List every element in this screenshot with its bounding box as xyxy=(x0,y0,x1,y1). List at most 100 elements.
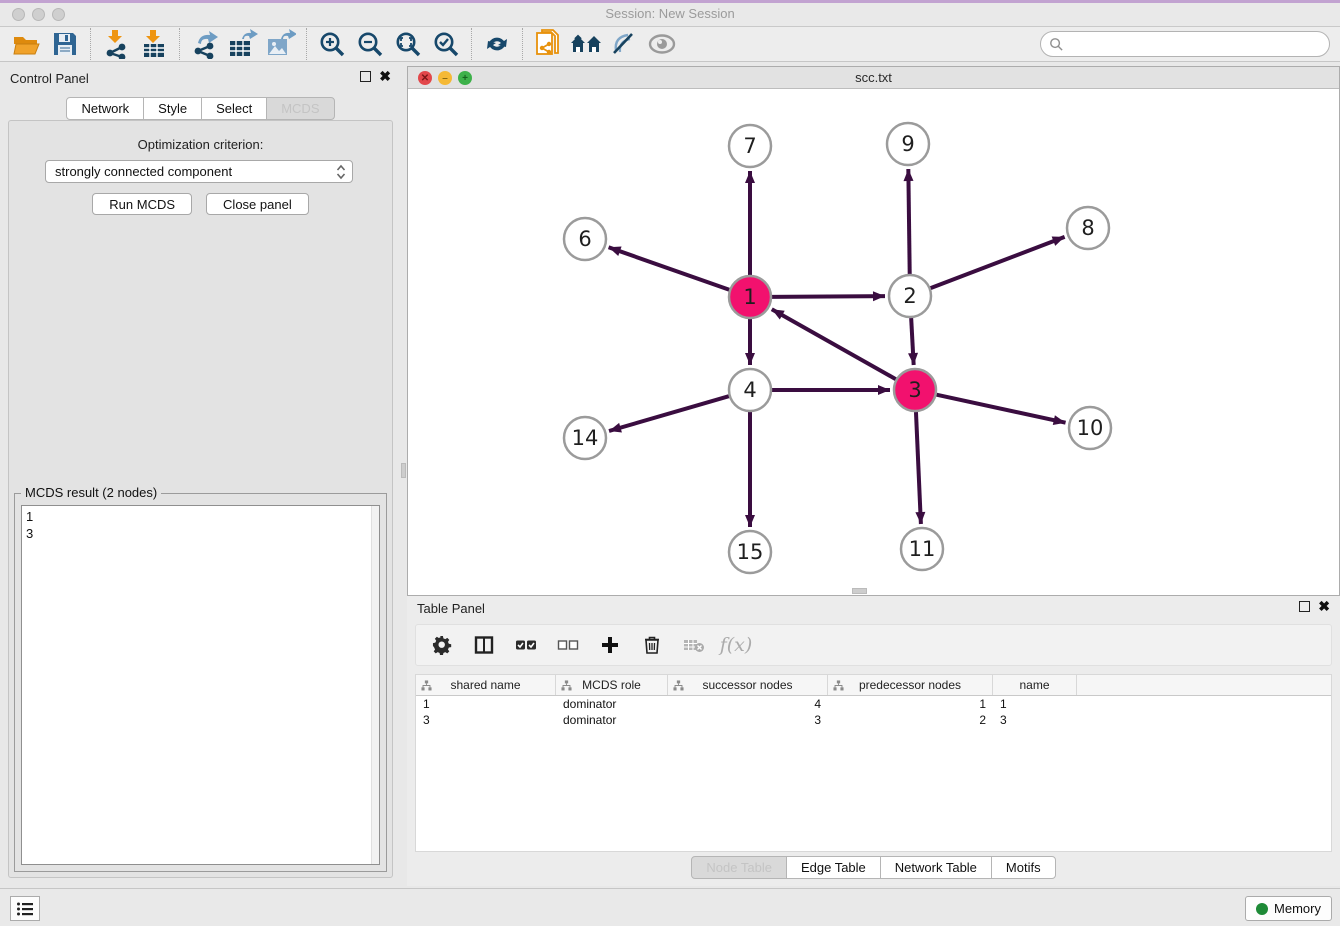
checkboxes-unchecked-icon[interactable] xyxy=(556,633,580,657)
close-panel-icon[interactable]: ✖ xyxy=(379,71,391,82)
columns-icon[interactable] xyxy=(472,633,496,657)
tab-motifs[interactable]: Motifs xyxy=(991,856,1056,879)
graph-edge-1-6[interactable] xyxy=(609,247,730,289)
graph-node-label-3: 3 xyxy=(908,378,921,402)
graph-edge-4-14[interactable] xyxy=(609,396,729,431)
table-row[interactable]: 3dominator323 xyxy=(416,712,1331,728)
close-table-panel-icon[interactable]: ✖ xyxy=(1318,601,1330,612)
zoom-out-icon[interactable] xyxy=(351,27,389,61)
save-session-icon[interactable] xyxy=(46,27,84,61)
mcds-result-scrollbar[interactable] xyxy=(371,506,379,864)
tab-style[interactable]: Style xyxy=(143,97,202,120)
table-panel-header: Table Panel ✖ xyxy=(407,596,1340,622)
memory-button[interactable]: Memory xyxy=(1245,896,1332,921)
column-header-shared-name[interactable]: shared name xyxy=(416,675,556,695)
show-graphics-icon[interactable] xyxy=(643,27,681,61)
new-network-file-icon[interactable] xyxy=(529,27,567,61)
criterion-dropdown[interactable]: strongly connected component xyxy=(45,160,353,183)
zoom-in-icon[interactable] xyxy=(313,27,351,61)
tab-network-table[interactable]: Network Table xyxy=(880,856,992,879)
control-panel-title: Control Panel xyxy=(10,71,89,86)
table-header-row: shared name MCDS role successor nodes prede… xyxy=(416,675,1331,696)
export-image-icon[interactable] xyxy=(262,27,300,61)
main-titlebar: Session: New Session xyxy=(0,0,1340,27)
graph-node-label-14: 14 xyxy=(572,426,599,450)
memory-status-icon xyxy=(1256,903,1268,915)
column-header-name[interactable]: name xyxy=(993,675,1077,695)
graph-edge-3-11[interactable] xyxy=(916,412,921,524)
graph-edge-3-1[interactable] xyxy=(772,309,896,379)
home-icon[interactable] xyxy=(567,27,605,61)
tab-select[interactable]: Select xyxy=(201,97,267,120)
column-header-predecessor-nodes[interactable]: predecessor nodes xyxy=(828,675,993,695)
column-header-label: predecessor nodes xyxy=(859,678,961,692)
session-title: Session: New Session xyxy=(0,6,1340,21)
mcds-result-line: 1 xyxy=(26,508,375,525)
graph-edge-2-8[interactable] xyxy=(931,237,1065,288)
run-mcds-button[interactable]: Run MCDS xyxy=(92,193,192,215)
gear-icon[interactable] xyxy=(430,633,454,657)
table-cell-successor-nodes: 4 xyxy=(668,696,828,712)
mcds-tab-content: Optimization criterion: strongly connect… xyxy=(8,120,393,878)
import-table-icon[interactable] xyxy=(135,27,173,61)
status-bar: Memory xyxy=(0,888,1340,926)
apply-layout-icon[interactable] xyxy=(478,27,516,61)
close-panel-button[interactable]: Close panel xyxy=(206,193,309,215)
tab-network[interactable]: Network xyxy=(66,97,144,120)
network-view-window: ✕ – + scc.txt 7968124314101511 xyxy=(407,66,1340,596)
network-window-titlebar[interactable]: ✕ – + scc.txt xyxy=(408,67,1339,89)
column-header-label: MCDS role xyxy=(582,678,641,692)
delete-table-icon[interactable] xyxy=(682,633,706,657)
table-cell-predecessor-nodes: 2 xyxy=(828,712,993,728)
column-header-mcds-role[interactable]: MCDS role xyxy=(556,675,668,695)
toolbar-separator xyxy=(522,28,523,60)
toolbar-separator xyxy=(90,28,91,60)
mcds-result-area[interactable]: 13 xyxy=(21,505,380,865)
open-session-icon[interactable] xyxy=(8,27,46,61)
graph-node-label-7: 7 xyxy=(743,134,756,158)
checkboxes-checked-icon[interactable] xyxy=(514,633,538,657)
horizontal-splitter-grip[interactable] xyxy=(852,588,867,594)
search-icon xyxy=(1049,37,1064,52)
vertical-splitter-grip[interactable] xyxy=(401,463,406,478)
table-cell-mcds-role: dominator xyxy=(556,696,668,712)
table-row[interactable]: 1dominator411 xyxy=(416,696,1331,712)
task-history-button[interactable] xyxy=(10,896,40,921)
import-network-icon[interactable] xyxy=(97,27,135,61)
graph-edge-2-9[interactable] xyxy=(908,169,909,274)
table-panel: Table Panel ✖ xyxy=(407,596,1340,886)
mcds-result-group: MCDS result (2 nodes) 13 xyxy=(14,493,387,872)
zoom-fit-icon[interactable] xyxy=(389,27,427,61)
export-table-icon[interactable] xyxy=(224,27,262,61)
column-header-label: shared name xyxy=(450,678,520,692)
toolbar-separator xyxy=(306,28,307,60)
table-toolbar: f(x) xyxy=(415,624,1332,666)
table-cell-name: 3 xyxy=(993,712,1077,728)
tab-node-table[interactable]: Node Table xyxy=(691,856,787,879)
search-field[interactable] xyxy=(1040,31,1330,57)
function-builder-icon[interactable]: f(x) xyxy=(724,633,748,657)
network-canvas[interactable]: 7968124314101511 xyxy=(408,89,1339,595)
control-panel-tabs: Network Style Select MCDS xyxy=(0,97,401,120)
tab-edge-table[interactable]: Edge Table xyxy=(786,856,881,879)
export-network-icon[interactable] xyxy=(186,27,224,61)
task-list-icon xyxy=(16,901,34,917)
criterion-value: strongly connected component xyxy=(55,164,232,179)
graph-edge-3-10[interactable] xyxy=(936,395,1065,423)
add-icon[interactable] xyxy=(598,633,622,657)
float-table-panel-icon[interactable] xyxy=(1299,601,1310,612)
graph-edge-2-3[interactable] xyxy=(911,318,914,365)
graph-edge-1-2[interactable] xyxy=(772,296,885,297)
hide-panels-icon[interactable] xyxy=(605,27,643,61)
column-header-successor-nodes[interactable]: successor nodes xyxy=(668,675,828,695)
zoom-selected-icon[interactable] xyxy=(427,27,465,61)
trash-icon[interactable] xyxy=(640,633,664,657)
search-input[interactable] xyxy=(1064,34,1329,54)
graph-node-label-10: 10 xyxy=(1077,416,1104,440)
table-cell-shared-name: 1 xyxy=(416,696,556,712)
graph-node-label-6: 6 xyxy=(578,227,591,251)
float-panel-icon[interactable] xyxy=(360,71,371,82)
table-body: 1dominator4113dominator323 xyxy=(416,696,1331,728)
control-panel: Control Panel ✖ Network Style Select MCD… xyxy=(0,66,401,886)
tab-mcds[interactable]: MCDS xyxy=(266,97,334,120)
